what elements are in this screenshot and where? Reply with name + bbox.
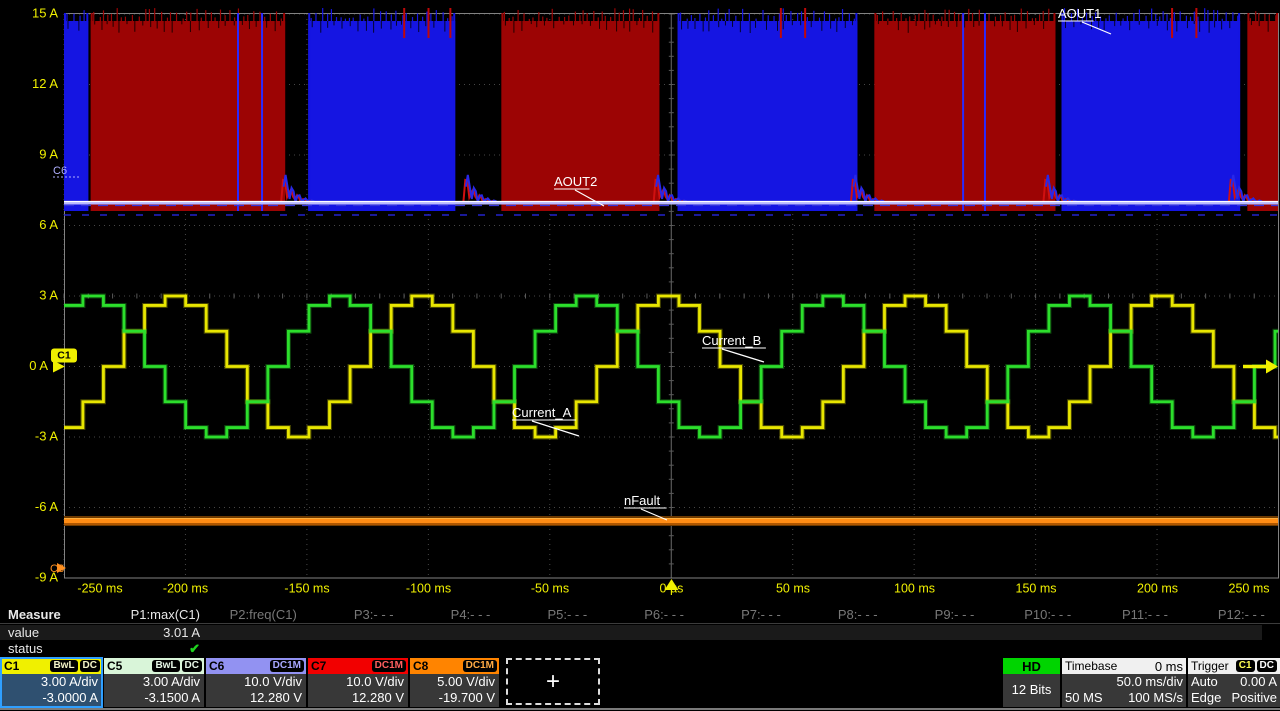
status-check-icon: ✔ [189, 641, 200, 656]
measure-divider [0, 623, 1280, 624]
channel-name-label: C5 [107, 659, 123, 673]
channel-descriptor-c1[interactable]: C1 BwL DC 3.00 A/div -3.0000 A [0, 657, 103, 708]
x-tick-label: -50 ms [531, 581, 569, 595]
channel-scale-label: 3.00 A/div [142, 674, 200, 689]
svg-text:nFault: nFault [624, 493, 661, 508]
measure-status-row: status ✔ [0, 641, 1280, 657]
coupling-badge: DC [181, 660, 202, 672]
channel-name-label: C1 [4, 659, 20, 673]
channel-offset-label: 12.280 V [351, 690, 404, 705]
channel-name-label: C8 [413, 659, 429, 673]
status-row-label: status [8, 641, 43, 656]
trace-label-current_b: Current_B [702, 333, 766, 363]
coupling-badge: DC1M [269, 660, 304, 672]
measure-value-row: value 3.01 A [0, 625, 1280, 641]
svg-text:C1: C1 [57, 349, 71, 361]
y-tick-label: 12 A [32, 76, 58, 91]
measure-col-12[interactable]: P12:- - - [1115, 607, 1265, 622]
screen-bottom-divider [0, 708, 1280, 710]
trigger-coupling-badge: DC [1256, 660, 1277, 672]
x-tick-label: 200 ms [1137, 581, 1178, 595]
trigger-mode: Auto [1191, 674, 1218, 689]
coupling-badge: DC1M [462, 660, 497, 672]
y-tick-label: -6 A [35, 499, 58, 514]
trigger-type: Edge [1191, 690, 1222, 705]
x-tick-label: -150 ms [284, 581, 329, 595]
channel-name-label: C7 [311, 659, 327, 673]
value-row-label: value [8, 625, 40, 640]
channel-offset-label: -19.700 V [438, 690, 495, 705]
x-tick-label: -100 ms [406, 581, 451, 595]
x-tick-label: 150 ms [1016, 581, 1057, 595]
channel-descriptor-c8[interactable]: C8 DC1M 5.00 V/div -19.700 V [410, 658, 499, 707]
trigger-header: Trigger C1 DC [1188, 658, 1280, 674]
channel-scale-label: 5.00 V/div [437, 674, 495, 689]
y-tick-label: 6 A [39, 217, 58, 232]
channel-offset-label: 12.280 V [249, 690, 302, 705]
trigger-source-badge: C1 [1235, 660, 1255, 672]
y-tick-label: 3 A [39, 287, 58, 302]
trace-label-current_a: Current_A [512, 405, 580, 437]
timebase-scale: 50.0 ms/div [1116, 674, 1183, 689]
timebase-samples: 50 MS [1065, 690, 1103, 705]
x-tick-label: 100 ms [894, 581, 935, 595]
channel-scale-label: 10.0 V/div [346, 674, 404, 689]
timebase-title: Timebase [1065, 659, 1118, 673]
channel-descriptor-c7[interactable]: C7 DC1M 10.0 V/div 12.280 V [308, 658, 408, 707]
hd-bits-label: 12 Bits [1011, 682, 1052, 697]
waveform-display[interactable]: 15 A12 A9 A6 A3 A0 A-3 A-6 A-9 A-250 ms -… [0, 0, 1280, 604]
trigger-box[interactable]: Trigger C1 DC Auto 0.00 A Edge Positive [1188, 658, 1280, 707]
trigger-level: 0.00 A [1240, 674, 1277, 689]
y-tick-label: 0 A [29, 358, 48, 373]
y-tick-label: -3 A [35, 428, 58, 443]
y-tick-label: 15 A [32, 5, 58, 20]
x-tick-label: -200 ms [163, 581, 208, 595]
trace-label-nfault: nFault [624, 493, 668, 521]
channel-name-label: C6 [209, 659, 225, 673]
hd-badge: HD [1003, 658, 1060, 674]
coupling-badge: DC1M [371, 660, 406, 672]
hd-mode-box[interactable]: HD 12 Bits [1003, 658, 1060, 707]
coupling-badge: BwL [152, 660, 180, 672]
measure-value-1: 3.01 A [163, 625, 200, 640]
x-tick-label: 50 ms [776, 581, 810, 595]
channel-descriptor-c6[interactable]: C6 DC1M 10.0 V/div 12.280 V [206, 658, 306, 707]
coupling-badge: DC [79, 660, 100, 672]
coupling-badge: BwL [50, 660, 78, 672]
channel-scale-label: 3.00 A/div [40, 674, 98, 689]
x-tick-label: 250 ms [1229, 581, 1270, 595]
svg-text:Current_B: Current_B [702, 333, 761, 348]
timebase-header: Timebase 0 ms [1062, 658, 1186, 674]
y-tick-label: 9 A [39, 146, 58, 161]
timebase-rate: 100 MS/s [1128, 690, 1183, 705]
channel-scale-label: 10.0 V/div [244, 674, 302, 689]
c6-offset-marker: C6 [53, 165, 67, 177]
add-channel-button[interactable]: + [506, 658, 600, 705]
oscilloscope-screen: 15 A 12 A9 A6 A3 A0 A -3 A -6 A -9 A -250 ms -… [0, 0, 1280, 711]
y-axis-labels: 15 A12 A9 A6 A3 A0 A-3 A-6 A-9 A [29, 5, 58, 584]
svg-text:AOUT1: AOUT1 [1058, 6, 1101, 21]
timebase-delay: 0 ms [1154, 658, 1183, 674]
x-tick-label: -250 ms [77, 581, 122, 595]
channel-offset-label: -3.0000 A [42, 690, 98, 705]
svg-text:Current_A: Current_A [512, 405, 572, 420]
svg-text:AOUT2: AOUT2 [554, 174, 597, 189]
trigger-title: Trigger [1191, 659, 1229, 673]
channel-descriptor-c5[interactable]: C5 BwL DC 3.00 A/div -3.1500 A [104, 658, 204, 707]
channel-offset-label: -3.1500 A [144, 690, 200, 705]
plus-icon: + [545, 667, 560, 695]
measure-header-row: Measure P1:max(C1) P2:freq(C1) P3:- - - P4:… [0, 607, 1280, 623]
trigger-slope: Positive [1231, 690, 1277, 705]
timebase-box[interactable]: Timebase 0 ms 50.0 ms/div 50 MS 100 MS/s [1062, 658, 1186, 707]
trace-nfault [64, 516, 1278, 526]
